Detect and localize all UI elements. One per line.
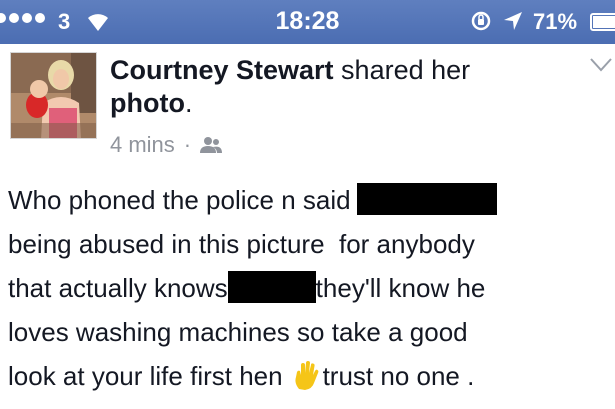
post-line-text: Who phoned the police n said — [8, 185, 351, 215]
battery-fill — [593, 16, 615, 28]
post-meta: 4 mins · — [110, 132, 223, 158]
battery-percent: 71% — [533, 9, 578, 34]
post-story-line: Courtney Stewart shared her photo. — [110, 54, 560, 120]
avatar[interactable] — [10, 52, 97, 139]
post-line: Who phoned the police n said — [8, 178, 608, 222]
post-line-text: loves washing machines so take a good — [8, 317, 468, 347]
facebook-post-screen: 3 18:28 71% Courtney Stewart shared her … — [0, 0, 615, 409]
post-line: loves washing machines so take a good — [8, 310, 608, 354]
post-line: look at your life first hen trust no one… — [8, 354, 608, 398]
post-line: being abused in this picture for anybody — [8, 222, 608, 266]
meta-separator: · — [183, 132, 192, 157]
post-line: that actually knows they'll know he — [8, 266, 608, 310]
battery-icon — [590, 13, 615, 31]
redaction-bar — [227, 271, 316, 303]
post-text: Who phoned the police n said being abuse… — [8, 178, 608, 398]
post-line-text: they'll know he — [315, 273, 486, 303]
post-line-text: look at your life first hen — [8, 361, 283, 391]
post-line-text: being abused in this picture for anybody — [8, 229, 475, 259]
raised-hand-emoji-icon — [295, 361, 318, 390]
chevron-down-icon[interactable] — [590, 58, 612, 72]
rotation-lock-icon — [471, 11, 491, 31]
shared-photo-link[interactable]: photo — [110, 88, 185, 118]
post-line-text: that actually knows — [8, 273, 228, 303]
redaction-bar — [356, 183, 497, 215]
story-period: . — [184, 88, 193, 118]
status-bar: 3 18:28 71% — [0, 0, 615, 44]
location-arrow-icon — [504, 12, 522, 30]
post-timestamp[interactable]: 4 mins — [110, 132, 175, 158]
friends-icon — [200, 137, 223, 153]
post-line-text: trust no one . — [322, 361, 475, 391]
author-name[interactable]: Courtney Stewart — [110, 55, 334, 85]
story-text: shared her — [333, 55, 478, 85]
profile-photo — [11, 53, 96, 138]
